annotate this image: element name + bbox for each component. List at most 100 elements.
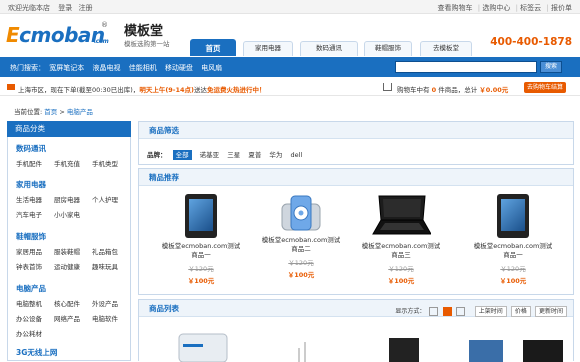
product-card[interactable]: 模板堂ecmoban.com测试商品一 ￥120元 ￥100元 [161,194,241,285]
product-list-title-text: 商品列表 [149,304,179,313]
brand-option[interactable]: 三星 [227,151,240,159]
cart-summary: 购物车中有 0 件商品，总计 ￥0.00元 [397,84,508,94]
category-link[interactable]: 生活电器 [16,194,54,204]
category-title[interactable]: 家用电器 [16,180,46,189]
top-bar: 欢迎光临本店 登录 注册 查看购物车 | 选购中心 | 标签云 | 报价单 [0,0,580,14]
tablet-image[interactable] [497,194,529,238]
list-view-icon[interactable] [429,307,439,316]
product-name[interactable]: 模板堂ecmoban.com测试商品一 [473,242,553,260]
divider: | [477,4,481,12]
product-price: ￥100元 [187,277,215,285]
category-link[interactable]: 核心配件 [54,298,92,308]
category-link[interactable]: 电脑整机 [16,298,54,308]
product-card[interactable]: 模板堂ecmoban.com测试商品三 ￥120元 ￥100元 [361,194,441,285]
media-player-image[interactable] [279,194,323,232]
category-link[interactable]: 运动健康 [54,261,92,271]
product-old-price: ￥120元 [500,265,526,273]
brand-option[interactable]: 全部 [172,150,192,160]
checkout-button[interactable]: 去购物车结算 [524,82,566,93]
product-name[interactable]: 模板堂ecmoban.com测试商品一 [161,242,241,260]
category-link[interactable]: 外设产品 [92,298,130,308]
category-link[interactable]: 电脑软件 [92,313,130,323]
product-thumbnail-detail [183,344,203,347]
grid-view-icon[interactable] [442,307,452,316]
quote-link[interactable]: 报价单 [551,4,572,12]
category-link[interactable]: 手机类型 [92,158,130,168]
category-title[interactable]: 3G无线上网 [16,348,57,357]
category-title[interactable]: 电脑产品 [16,284,46,293]
brand-option[interactable]: 诺基亚 [200,151,220,159]
cart-mid: 件商品，总计 [438,86,478,94]
tag-cloud-link[interactable]: 标签云 [520,4,541,12]
category-link[interactable]: 办公耗材 [16,328,54,338]
product-thumbnail[interactable] [178,333,228,362]
category-group: 鞋帽服饰 家居用品 服装鞋帽 礼品箱包钟表首饰 运动健康 趣味玩具 [16,231,130,271]
nav-tab-appliances[interactable]: 家用电器 [243,41,293,56]
product-price: ￥100元 [387,277,415,285]
laptop-image[interactable] [371,194,432,238]
cart-total: ￥0.00元 [479,86,509,94]
shopping-center-link[interactable]: 选购中心 [482,4,510,12]
display-mode-label: 显示方式： [395,308,426,315]
text-view-icon[interactable] [455,307,465,316]
product-thumbnail[interactable] [523,340,563,362]
login-link[interactable]: 登录 [58,4,72,12]
product-thumbnail[interactable] [389,338,419,362]
breadcrumb-separator: > [59,108,65,116]
product-name[interactable]: 模板堂ecmoban.com测试商品三 [361,242,441,260]
product-price: ￥100元 [287,271,315,279]
search-input[interactable] [395,61,537,73]
product-thumbnail[interactable] [469,340,503,362]
brand-option[interactable]: dell [290,151,302,159]
brand-slogan: 模板选购第一站 [124,40,170,48]
category-link[interactable]: 钟表首饰 [16,261,54,271]
category-link[interactable]: 趣味玩具 [92,261,130,271]
delivery-text: 上海市区，现在下单(截至00:30已出库)，明天上午(9-14点)送达免运费火热… [18,84,266,94]
nav-tab-apparel[interactable]: 鞋帽服饰 [364,41,412,56]
hot-search-item[interactable]: 佳能相机 [129,64,157,72]
sort-by-price[interactable]: 价格 [510,306,531,317]
view-cart-link[interactable]: 查看购物车 [438,4,473,12]
breadcrumb-current[interactable]: 电脑产品 [67,108,93,116]
category-link[interactable]: 手机配件 [16,158,54,168]
filter-panel: 商品筛选 品牌： 全部 诺基亚 三星 夏普 华为 dell [138,121,574,165]
category-link[interactable]: 小小家电 [54,209,92,219]
product-card[interactable]: 模板堂ecmoban.com测试商品二 ￥120元 ￥100元 [261,194,341,279]
hot-search-item[interactable]: 宽屏笔记本 [49,64,84,72]
category-title[interactable]: 鞋帽服饰 [16,232,46,241]
category-link[interactable]: 手机充值 [54,158,92,168]
free-shipping-text: 免运费火热进行中！ [207,86,266,94]
filter-title: 商品筛选 [139,122,573,139]
site-logo[interactable]: Ecmoban .com ® [6,21,109,47]
sort-by-date[interactable]: 上架时间 [474,306,507,317]
tablet-image[interactable] [185,194,217,238]
category-link[interactable]: 厨房电器 [54,194,92,204]
brand-option[interactable]: 华为 [269,151,282,159]
hot-search-item[interactable]: 液晶电视 [92,64,120,72]
nav-tab-home[interactable]: 首页 [190,39,236,56]
category-link[interactable]: 网络产品 [54,313,92,323]
hot-search-item[interactable]: 移动硬盘 [165,64,193,72]
sort-by-update[interactable]: 更新时间 [534,306,567,317]
category-link[interactable]: 礼品箱包 [92,246,130,256]
category-link[interactable]: 办公设备 [16,313,54,323]
logo-text: cmoban [19,23,105,47]
category-link[interactable]: 个人护理 [92,194,130,204]
breadcrumb-home[interactable]: 首页 [44,108,57,116]
product-old-price: ￥120元 [388,265,414,273]
product-card[interactable]: 模板堂ecmoban.com测试商品一 ￥120元 ￥100元 [473,194,553,285]
nav-tab-digital[interactable]: 数码通讯 [300,41,358,56]
brand-option[interactable]: 夏普 [248,151,261,159]
category-group: 3G无线上网 [16,347,57,358]
brand-filter: 品牌： 全部 诺基亚 三星 夏普 华为 dell [147,149,308,160]
delivery-date: 明天上午(9-14点) [139,86,195,94]
register-link[interactable]: 注册 [78,4,92,12]
hot-search-item[interactable]: 电风扇 [201,64,222,72]
category-link[interactable]: 家居用品 [16,246,54,256]
nav-tab-ecmoban[interactable]: 去模板堂 [420,41,472,56]
category-link[interactable]: 汽车电子 [16,209,54,219]
category-link[interactable]: 服装鞋帽 [54,246,92,256]
search-button[interactable]: 搜索 [540,61,562,73]
product-name[interactable]: 模板堂ecmoban.com测试商品二 [261,236,341,254]
category-title[interactable]: 数码通讯 [16,144,46,153]
